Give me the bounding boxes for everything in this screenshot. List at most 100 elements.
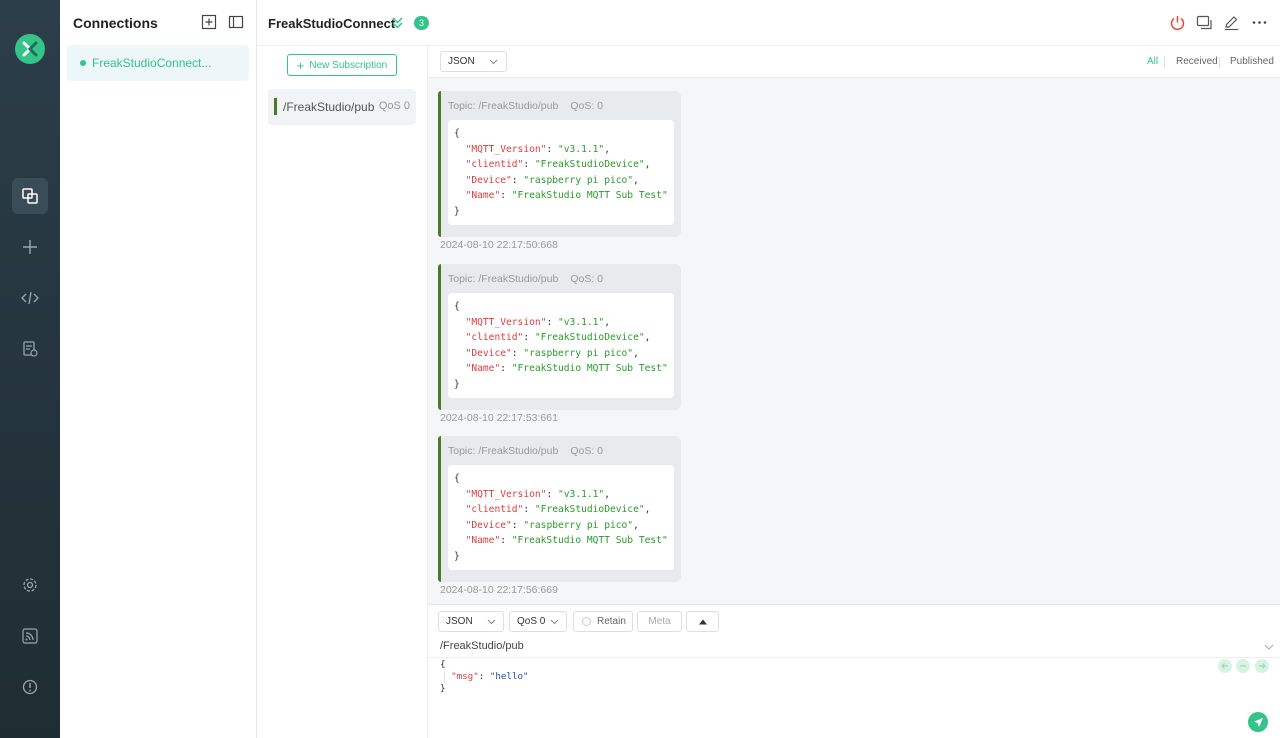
filter-separator (1219, 57, 1220, 68)
message-qos: QoS: 0 (570, 100, 603, 112)
retain-label: Retain (597, 616, 626, 627)
nav-connections-button[interactable] (12, 178, 48, 214)
subscription-color-bar (274, 98, 277, 115)
json-value: "hello" (489, 671, 529, 682)
json-key: "clientid" (465, 504, 524, 515)
message-card[interactable]: Topic: /FreakStudio/pub QoS: 0 { "MQTT_Ve… (438, 436, 681, 582)
message-meta: Topic: /FreakStudio/pub QoS: 0 (448, 445, 603, 457)
payload-format-select[interactable]: JSON (440, 51, 507, 72)
new-connection-icon[interactable] (201, 14, 217, 30)
message-time: 2024-08-10 22:17:53:661 (440, 412, 558, 424)
messages-toolbar: JSON All Received Published (428, 46, 1280, 78)
minus-icon (1240, 665, 1246, 667)
json-key: "Name" (465, 190, 501, 201)
history-previous-button[interactable] (1218, 659, 1232, 673)
plus-icon (23, 240, 37, 254)
feed-icon (22, 628, 38, 644)
more-icon[interactable] (1251, 14, 1268, 31)
subscription-item[interactable]: /FreakStudio/pub QoS 0 (268, 89, 416, 125)
send-button[interactable] (1248, 712, 1268, 732)
message-payload: { "MQTT_Version": "v3.1.1", "clientid": … (448, 120, 674, 225)
json-value: "v3.1.1" (558, 316, 605, 328)
new-window-icon[interactable] (1196, 14, 1213, 31)
chevron-down-icon (550, 619, 559, 625)
publish-format-select[interactable]: JSON (438, 611, 504, 632)
history-next-button[interactable] (1255, 659, 1269, 673)
json-key: "Device" (465, 519, 512, 531)
toggle-sidebar-icon[interactable] (228, 14, 244, 30)
json-comma: , (644, 504, 651, 515)
filter-separator (1164, 57, 1165, 68)
json-key: "clientid" (465, 332, 524, 343)
nav-script-button[interactable] (12, 280, 48, 316)
json-key: "MQTT_Version" (465, 143, 547, 155)
json-comma: , (633, 174, 639, 186)
message-time: 2024-08-10 22:17:50:668 (440, 239, 558, 251)
message-qos: QoS: 0 (570, 445, 603, 457)
code-icon (21, 291, 39, 305)
json-key: "Name" (465, 363, 501, 374)
arrow-right-icon (1259, 663, 1266, 669)
json-value: "v3.1.1" (558, 143, 605, 155)
message-accent-bar (438, 264, 441, 410)
json-comma: , (633, 347, 639, 359)
new-subscription-label: New Subscription (309, 59, 388, 71)
message-topic: Topic: /FreakStudio/pub (448, 445, 559, 457)
message-meta: Topic: /FreakStudio/pub QoS: 0 (448, 273, 603, 285)
connections-panel: Connections FreakStudioConnect... (60, 0, 257, 738)
nav-log-button[interactable] (12, 331, 48, 367)
message-qos: QoS: 0 (570, 273, 603, 285)
json-key: "MQTT_Version" (465, 488, 547, 500)
chevron-down-icon[interactable] (1264, 642, 1274, 652)
history-clear-button[interactable] (1236, 659, 1250, 673)
messages-area: JSON All Received Published Topic: /Frea… (428, 46, 1280, 604)
publish-format-value: JSON (446, 616, 473, 627)
json-key: "msg" (451, 671, 479, 682)
connection-header: FreakStudioConnect 3 (257, 0, 1280, 46)
info-icon (22, 679, 38, 695)
composer-divider (428, 657, 1280, 658)
message-card[interactable]: Topic: /FreakStudio/pub QoS: 0 { "MQTT_Ve… (438, 264, 681, 410)
connections-title: Connections (73, 15, 158, 31)
chevron-down-icon (489, 59, 498, 65)
filter-all-tab[interactable]: All (1147, 56, 1158, 67)
edit-icon[interactable] (1223, 14, 1240, 31)
filter-published-tab[interactable]: Published (1230, 56, 1274, 67)
retain-toggle[interactable]: Retain (573, 611, 633, 632)
send-icon (1253, 717, 1263, 727)
new-subscription-button[interactable]: + New Subscription (287, 54, 397, 76)
mqttx-logo (15, 34, 45, 64)
publish-payload-editor[interactable]: { "msg": "hello" } (440, 659, 529, 695)
json-comma: , (644, 159, 651, 170)
json-value: "FreakStudio MQTT Sub Test" (511, 535, 668, 546)
caret-up-icon (698, 619, 707, 624)
connection-item[interactable]: FreakStudioConnect... (67, 45, 249, 81)
expand-composer-button[interactable] (686, 611, 719, 632)
nav-about-button[interactable] (12, 669, 48, 705)
connection-title: FreakStudioConnect (268, 16, 396, 31)
nav-feed-button[interactable] (12, 618, 48, 654)
payload-format-value: JSON (448, 56, 475, 67)
message-payload: { "MQTT_Version": "v3.1.1", "clientid": … (448, 293, 674, 398)
message-card[interactable]: Topic: /FreakStudio/pub QoS: 0 { "MQTT_Ve… (438, 91, 681, 237)
side-navigation (0, 0, 60, 738)
json-comma: , (604, 488, 610, 500)
publish-topic-input[interactable]: /FreakStudio/pub (440, 640, 524, 652)
publish-composer: JSON QoS 0 Retain Meta /FreakStudio/pub … (428, 604, 1280, 738)
disconnect-icon[interactable] (1169, 14, 1186, 31)
json-value: "raspberry pi pico" (523, 519, 634, 531)
subscription-topic: /FreakStudio/pub (283, 100, 375, 114)
nav-settings-button[interactable] (12, 567, 48, 603)
publish-qos-select[interactable]: QoS 0 (509, 611, 567, 632)
meta-button[interactable]: Meta (637, 611, 682, 632)
json-comma: , (633, 519, 639, 531)
arrow-left-icon (1221, 663, 1228, 669)
json-key: "MQTT_Version" (465, 316, 547, 328)
json-comma: , (644, 332, 651, 343)
filter-received-tab[interactable]: Received (1176, 56, 1218, 67)
nav-new-connection-button[interactable] (12, 229, 48, 265)
message-topic: Topic: /FreakStudio/pub (448, 100, 559, 112)
radio-icon (582, 617, 591, 626)
message-topic: Topic: /FreakStudio/pub (448, 273, 559, 285)
double-chevron-down-icon[interactable] (391, 16, 404, 30)
